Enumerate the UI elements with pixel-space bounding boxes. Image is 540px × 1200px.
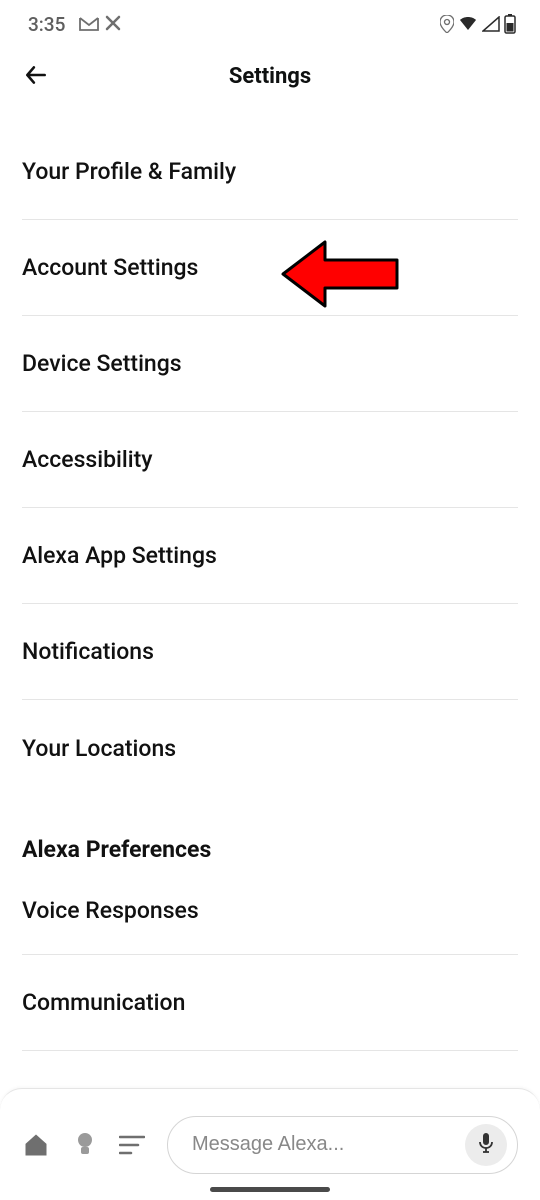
back-button[interactable]	[16, 56, 56, 96]
home-indicator[interactable]	[210, 1187, 330, 1192]
settings-item-communication[interactable]: Communication	[22, 955, 518, 1051]
settings-item-label: Communication	[22, 989, 185, 1016]
settings-item-label: Account Settings	[22, 254, 198, 281]
status-right	[440, 14, 516, 34]
lightbulb-icon[interactable]	[72, 1123, 97, 1167]
app-header: Settings	[0, 48, 540, 104]
settings-item-label: Your Profile & Family	[22, 158, 236, 185]
settings-item-label: Voice Responses	[22, 897, 199, 924]
status-time: 3:35	[28, 13, 65, 36]
microphone-button[interactable]	[465, 1124, 507, 1166]
settings-item-accessibility[interactable]: Accessibility	[22, 412, 518, 508]
battery-icon	[504, 14, 516, 34]
message-input[interactable]	[192, 1133, 457, 1156]
gmail-icon	[79, 13, 99, 36]
settings-item-voice-responses[interactable]: Voice Responses	[22, 867, 518, 955]
location-icon	[440, 15, 454, 33]
settings-item-profile-family[interactable]: Your Profile & Family	[22, 124, 518, 220]
settings-item-label: Alexa App Settings	[22, 542, 217, 569]
settings-item-label: Notifications	[22, 638, 154, 665]
settings-item-account-settings[interactable]: Account Settings	[22, 220, 518, 316]
home-icon[interactable]	[22, 1123, 50, 1167]
page-title: Settings	[0, 64, 540, 89]
settings-item-label: Your Locations	[22, 735, 176, 762]
settings-item-notifications[interactable]: Notifications	[22, 604, 518, 700]
settings-item-label: Device Settings	[22, 350, 182, 377]
menu-icon[interactable]	[119, 1123, 145, 1167]
settings-list: Your Profile & Family Account Settings D…	[0, 124, 540, 1051]
microphone-icon	[478, 1132, 494, 1157]
cellular-icon	[482, 16, 500, 32]
settings-item-your-locations[interactable]: Your Locations	[22, 700, 518, 796]
bottom-bar	[0, 1088, 540, 1200]
settings-item-label: Accessibility	[22, 446, 153, 473]
message-input-container	[167, 1116, 518, 1174]
arrow-left-icon	[23, 62, 49, 91]
section-header-alexa-preferences: Alexa Preferences	[22, 836, 518, 863]
status-bar: 3:35	[0, 0, 540, 48]
settings-item-device-settings[interactable]: Device Settings	[22, 316, 518, 412]
wifi-icon	[458, 16, 478, 32]
status-left: 3:35	[28, 13, 121, 36]
settings-item-alexa-app-settings[interactable]: Alexa App Settings	[22, 508, 518, 604]
x-icon	[105, 13, 121, 36]
